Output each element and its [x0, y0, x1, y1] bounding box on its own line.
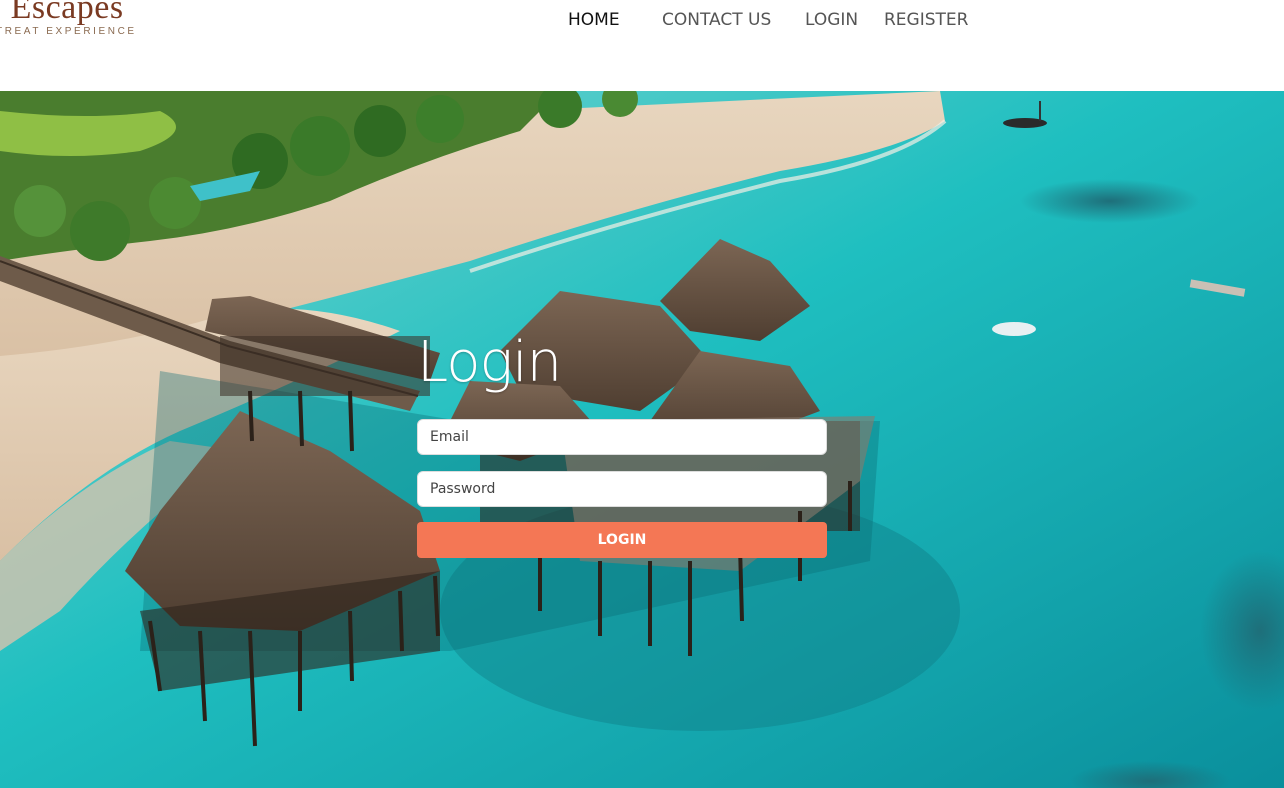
email-field[interactable]	[417, 419, 827, 455]
password-field[interactable]	[417, 471, 827, 507]
site-header: e Escapes TREAT EXPERIENCE HOME CONTACT …	[0, 0, 1284, 91]
nav-contact-us[interactable]: CONTACT US	[662, 9, 771, 31]
login-title: Login	[417, 330, 562, 395]
main-nav: HOME CONTACT US LOGIN REGISTER	[0, 9, 1284, 33]
nav-register[interactable]: REGISTER	[884, 9, 968, 31]
nav-home[interactable]: HOME	[568, 9, 620, 31]
login-button[interactable]: LOGIN	[417, 522, 827, 558]
nav-login[interactable]: LOGIN	[805, 9, 858, 31]
